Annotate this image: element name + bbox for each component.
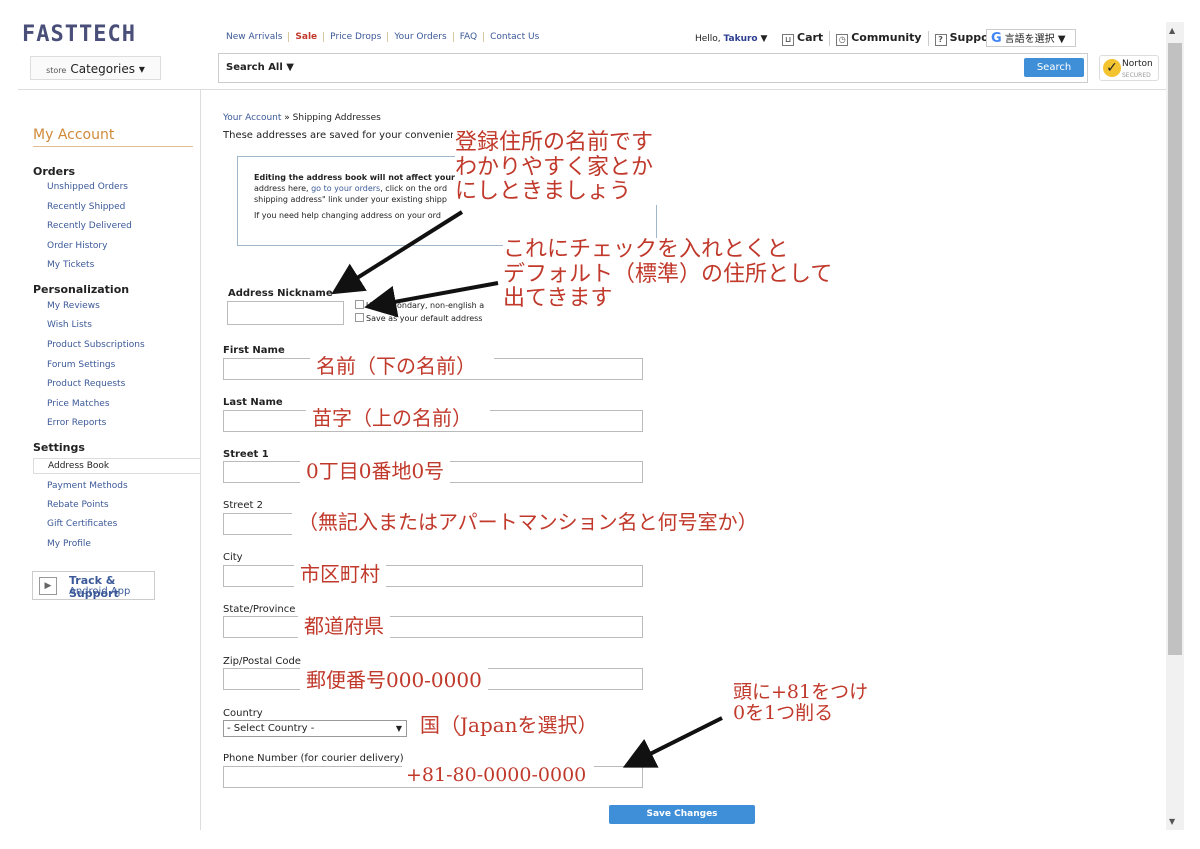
arrow-nickname	[331, 210, 464, 295]
arrow-phone	[622, 716, 723, 768]
annotation-arrows	[331, 210, 723, 768]
arrow-default-checkbox	[364, 281, 499, 318]
